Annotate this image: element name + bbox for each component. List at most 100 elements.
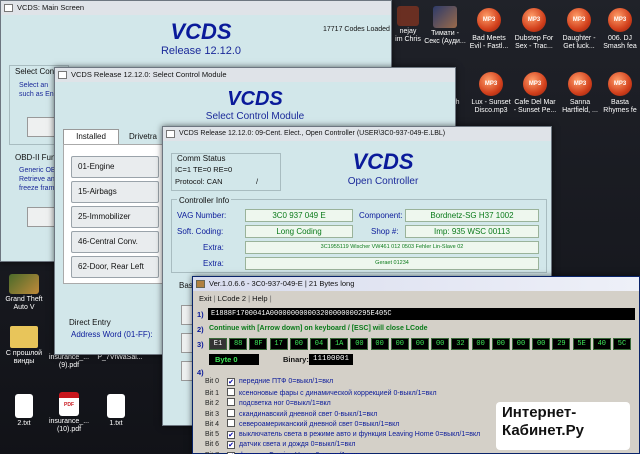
module-button-engine[interactable]: 01-Engine bbox=[71, 156, 159, 178]
bit-description: ксеноновые фары с динамической коррекцие… bbox=[239, 389, 437, 397]
menu-help[interactable]: Help bbox=[252, 294, 267, 303]
tab-installed[interactable]: Installed bbox=[63, 129, 119, 144]
desktop-pdf-file[interactable]: PDF insurance_... (10).pdf bbox=[44, 392, 94, 434]
vcds-logo: VCDS bbox=[170, 19, 232, 44]
byte-cell[interactable]: 04 bbox=[310, 338, 328, 350]
shop-field: Imp: 935 WSC 00113 bbox=[405, 225, 539, 238]
select-module-titlebar[interactable]: VCDS Release 12.12.0: Select Control Mod… bbox=[55, 68, 455, 82]
desktop-mp3-file[interactable]: MP3 Lux - Sunset Disco.mp3 bbox=[466, 72, 516, 115]
tab-drivetrain[interactable]: Drivetra bbox=[121, 131, 165, 144]
byte-cell[interactable]: 00 bbox=[491, 338, 510, 350]
module-button-central-conv[interactable]: 46-Central Conv. bbox=[71, 231, 159, 253]
desktop-txt-file[interactable]: 1.txt bbox=[92, 394, 140, 428]
byte-cell[interactable]: 40 bbox=[592, 338, 611, 350]
bit-description: североамериканский дневной свет 0=выкл/1… bbox=[239, 421, 400, 428]
codes-loaded: 17717 Codes Loaded bbox=[323, 26, 390, 33]
byte-cell[interactable]: 00 bbox=[350, 338, 369, 350]
select-module-subtitle: Select Control Module bbox=[205, 111, 305, 122]
comm-status-heading: Comm Status bbox=[177, 154, 226, 163]
image-icon bbox=[397, 6, 419, 26]
bit-row[interactable]: Bit 4 североамериканский дневной свет 0=в… bbox=[205, 419, 399, 429]
byte-cell[interactable]: 17 bbox=[269, 338, 288, 350]
byte-cell[interactable]: 00 bbox=[512, 338, 530, 350]
app-icon bbox=[58, 71, 67, 79]
bit-row[interactable]: Bit 1 ксеноновые фары с динамической корр… bbox=[205, 387, 437, 398]
byte-cell[interactable]: 5E bbox=[572, 338, 591, 350]
bit-row[interactable]: Bit 0 ✔ передние ПТФ 0=выкл/1=вкл bbox=[205, 377, 333, 387]
module-button-door-rear-left[interactable]: 62-Door, Rear Left bbox=[71, 256, 159, 278]
main-screen-titlebar[interactable]: VCDS: Main Screen bbox=[1, 1, 391, 15]
byte-cell[interactable]: 00 bbox=[431, 338, 450, 350]
byte-cell[interactable]: 29 bbox=[552, 338, 571, 350]
bit-label: Bit 6 bbox=[205, 441, 220, 448]
desktop-mp3-file[interactable]: MP3 Cafe Del Mar - Sunset Pe... bbox=[510, 72, 560, 115]
bit-description: скандинавский дневной свет 0-выкл/1=вкл bbox=[239, 410, 378, 418]
bit-label: Bit 5 bbox=[205, 430, 220, 438]
open-controller-titlebar[interactable]: VCDS Release 12.12.0: 09-Cent. Elect., O… bbox=[163, 127, 551, 141]
lcode-titlebar[interactable]: Ver.1.0.6.6 - 3C0-937-049-E | 21 Bytes l… bbox=[193, 277, 639, 291]
app-icon bbox=[166, 130, 175, 138]
module-button-immobilizer[interactable]: 25-Immobilizer bbox=[71, 206, 159, 228]
byte-cell[interactable]: 00 bbox=[390, 338, 409, 350]
bit-checkbox[interactable] bbox=[227, 387, 235, 396]
desktop-mp3-file[interactable]: MP3 Sanna Hartfield, ... bbox=[555, 72, 605, 115]
byte-cell[interactable]: E1 bbox=[209, 338, 227, 350]
bit-checkbox[interactable] bbox=[227, 408, 235, 417]
bit-label: Bit 1 bbox=[205, 389, 220, 397]
extra-field-2: Geraet 01234 bbox=[245, 257, 539, 270]
byte-cell[interactable]: 00 bbox=[411, 338, 429, 350]
app-icon bbox=[4, 4, 13, 12]
byte-cell[interactable]: 5C bbox=[613, 338, 631, 350]
byte-cell[interactable]: 8F bbox=[249, 338, 268, 350]
bit-checkbox[interactable] bbox=[227, 419, 235, 427]
byte-cell[interactable]: 1A bbox=[330, 338, 349, 350]
mp3-icon: MP3 bbox=[608, 8, 632, 32]
mp3-icon: MP3 bbox=[479, 72, 503, 96]
bit-row[interactable]: Bit 3 скандинавский дневной свет 0-выкл/1… bbox=[205, 408, 378, 419]
desktop-folder[interactable]: С прошлой винды bbox=[0, 326, 48, 366]
protocol-label: Protocol: CAN bbox=[175, 177, 223, 186]
select-control-heading: Select Con bbox=[15, 67, 55, 76]
bit-checkbox[interactable]: ✔ bbox=[227, 441, 235, 449]
menu-exit[interactable]: Exit bbox=[199, 294, 212, 303]
menu-lcode2[interactable]: LCode 2 bbox=[218, 294, 246, 303]
desktop-file[interactable]: Тимати - Секс (Ауди... bbox=[420, 6, 470, 46]
bit-checkbox[interactable]: ✔ bbox=[227, 378, 235, 386]
bit-row[interactable]: Bit 5 ✔ выключатель света в режиме авто и … bbox=[205, 430, 480, 440]
byte-cell[interactable]: 00 bbox=[289, 338, 308, 350]
binary-value: 11100001 bbox=[309, 354, 353, 365]
text-file-icon bbox=[107, 394, 125, 418]
extra-label-1: Extra: bbox=[203, 243, 224, 252]
row-3-number: 3) bbox=[197, 340, 204, 349]
obd-button[interactable] bbox=[27, 207, 57, 227]
byte-cell[interactable]: 00 bbox=[532, 338, 551, 350]
bit-row[interactable]: Bit 6 ✔ датчик света и дождя 0=выкл/1=вкл bbox=[205, 440, 355, 450]
folder-icon bbox=[10, 326, 38, 348]
desktop-file[interactable]: nejay im Chris bbox=[393, 6, 423, 44]
desktop-shortcut-gta[interactable]: Grand Theft Auto V bbox=[0, 274, 48, 312]
bit-row[interactable]: Bit 7✔функция Coming Home 0=выкл/1=вкл bbox=[205, 451, 360, 454]
desktop-txt-file[interactable]: 2.txt bbox=[0, 394, 48, 428]
address-word-label: Address Word (01-FF): bbox=[71, 330, 153, 339]
byte-cell[interactable]: 00 bbox=[370, 338, 389, 350]
module-button-airbags[interactable]: 15-Airbags bbox=[71, 181, 159, 203]
desktop-mp3-file[interactable]: MP3 Bad Meets Evil - Fastl... bbox=[464, 8, 514, 51]
byte-cell[interactable]: 00 bbox=[471, 338, 490, 350]
bit-checkbox[interactable]: ✔ bbox=[227, 430, 235, 439]
lcode-menubar: Exit | LCode 2 | Help | bbox=[199, 294, 272, 303]
component-label: Component: bbox=[359, 211, 403, 220]
mp3-icon: MP3 bbox=[477, 8, 501, 32]
desktop-mp3-file[interactable]: MP3 Dubstep For Sex - Trac... bbox=[509, 8, 559, 51]
vcds-logo: VCDS bbox=[352, 149, 414, 174]
desktop-mp3-file[interactable]: MP3 Basta Rhymes fe bbox=[600, 72, 640, 115]
bit-checkbox[interactable] bbox=[227, 398, 235, 406]
long-coding-button[interactable]: Long Coding bbox=[245, 225, 353, 238]
long-code-field[interactable]: E1888F1700041A000000000003200000000295E4… bbox=[208, 308, 635, 320]
byte-cell[interactable]: 32 bbox=[451, 338, 470, 350]
mp3-icon: MP3 bbox=[567, 8, 591, 32]
byte-cell[interactable]: 88 bbox=[229, 338, 248, 350]
desktop-mp3-file[interactable]: MP3 Daughter - Get luck... bbox=[554, 8, 604, 51]
bit-row[interactable]: Bit 2 подсветка ног 0=выкл/1=вкл bbox=[205, 398, 331, 408]
select-button[interactable] bbox=[27, 117, 57, 137]
desktop-mp3-file[interactable]: MP3 006. DJ Smash fea bbox=[599, 8, 640, 51]
